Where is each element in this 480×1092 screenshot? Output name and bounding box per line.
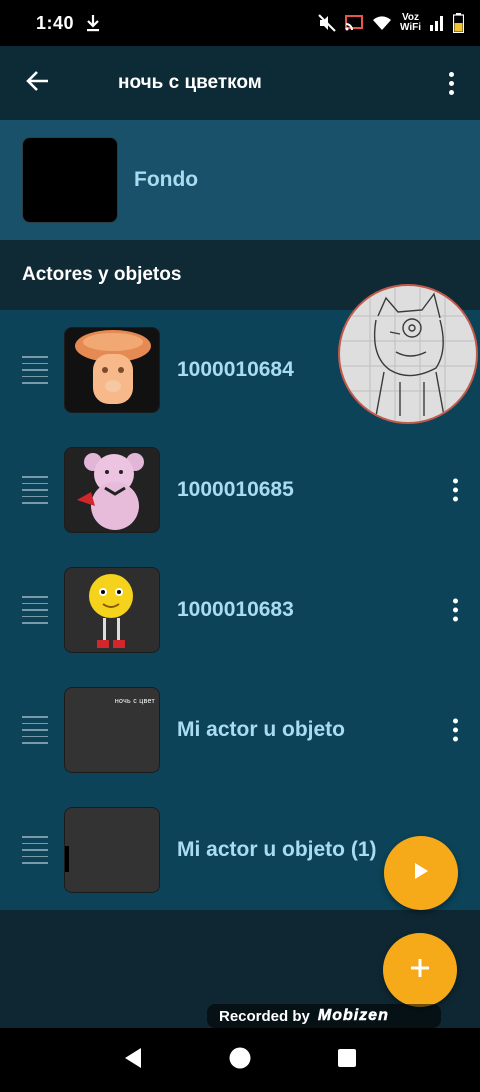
play-icon bbox=[413, 862, 429, 885]
cast-icon bbox=[344, 14, 364, 32]
background-row[interactable]: Fondo bbox=[0, 120, 480, 240]
wifi-text: WiFi bbox=[399, 22, 421, 33]
thumbnail-caption: ночь с цвет bbox=[114, 698, 155, 705]
actor-thumbnail bbox=[64, 807, 160, 893]
drag-handle-icon[interactable] bbox=[22, 356, 48, 384]
list-item[interactable]: ночь с цвет Mi actor u objeto bbox=[0, 670, 480, 790]
app-bar: ночь с цветком bbox=[0, 46, 480, 120]
actor-label: Mi actor u objeto (1) bbox=[177, 838, 377, 861]
status-time: 1:40 bbox=[36, 12, 75, 33]
page-title: ночь с цветком bbox=[118, 72, 262, 93]
wifi-icon bbox=[372, 15, 392, 31]
pink-teddy-bear-image bbox=[77, 453, 144, 530]
camera-bubble[interactable] bbox=[338, 284, 478, 424]
drag-handle-icon[interactable] bbox=[22, 836, 48, 864]
nav-back-button[interactable] bbox=[113, 1040, 153, 1080]
drag-handle-icon[interactable] bbox=[22, 596, 48, 624]
section-title: Actores y objetos bbox=[22, 264, 182, 285]
nav-home-button[interactable] bbox=[220, 1040, 260, 1080]
drag-handle-icon[interactable] bbox=[22, 716, 48, 744]
item-more-vert-icon[interactable] bbox=[453, 478, 458, 502]
actor-label: Mi actor u objeto bbox=[177, 718, 345, 741]
back-button[interactable] bbox=[0, 46, 74, 120]
status-bar: 1:40 Voz WiFi bbox=[0, 0, 480, 46]
overflow-menu-button[interactable] bbox=[422, 46, 480, 120]
actor-thumbnail bbox=[64, 327, 160, 413]
arrow-left-icon bbox=[25, 70, 49, 97]
actor-label: 1000010684 bbox=[177, 358, 294, 381]
item-more-vert-icon[interactable] bbox=[453, 598, 458, 622]
thumbnail-mark bbox=[65, 846, 69, 872]
mobizen-logo: Mobizen bbox=[317, 1007, 389, 1025]
mute-icon bbox=[318, 14, 336, 32]
actor-thumbnail bbox=[64, 567, 160, 653]
actor-label: 1000010683 bbox=[177, 598, 294, 621]
item-more-vert-icon[interactable] bbox=[453, 718, 458, 742]
sketch-image bbox=[340, 286, 476, 422]
actor-label: 1000010685 bbox=[177, 478, 294, 501]
recorder-watermark: Recorded by Mobizen bbox=[207, 1004, 441, 1028]
play-button[interactable] bbox=[384, 836, 458, 910]
add-button[interactable] bbox=[383, 933, 457, 1007]
system-nav-bar bbox=[0, 1028, 480, 1092]
actor-thumbnail: ночь с цвет bbox=[64, 687, 160, 773]
square-recents-icon bbox=[337, 1048, 357, 1073]
recorded-by-text: Recorded by bbox=[219, 1007, 310, 1025]
voz-wifi-label: Voz WiFi bbox=[400, 13, 421, 33]
nav-recents-button[interactable] bbox=[327, 1040, 367, 1080]
list-item[interactable]: 1000010683 bbox=[0, 550, 480, 670]
list-item[interactable]: 1000010685 bbox=[0, 430, 480, 550]
yellow-flower-character-image bbox=[89, 574, 133, 648]
actor-thumbnail bbox=[64, 447, 160, 533]
background-label: Fondo bbox=[134, 168, 199, 191]
plus-icon bbox=[409, 957, 431, 984]
circle-home-icon bbox=[229, 1047, 251, 1074]
drag-handle-icon[interactable] bbox=[22, 476, 48, 504]
background-thumbnail bbox=[22, 137, 118, 223]
battery-icon bbox=[453, 13, 464, 33]
more-vert-icon bbox=[448, 71, 454, 95]
mushroom-figure-image bbox=[75, 330, 151, 404]
signal-icon bbox=[429, 15, 445, 31]
download-icon bbox=[86, 14, 100, 32]
triangle-back-icon bbox=[123, 1047, 143, 1074]
